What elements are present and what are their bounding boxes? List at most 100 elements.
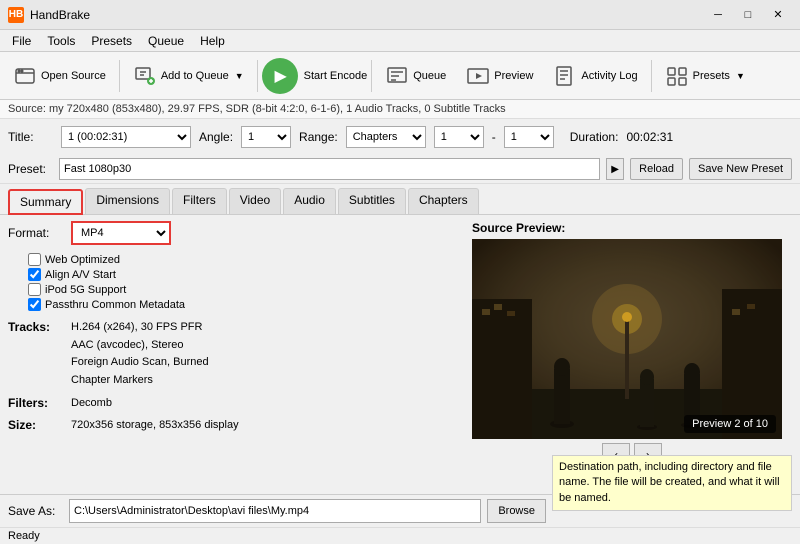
tab-chapters[interactable]: Chapters [408,188,479,214]
align-av-checkbox[interactable] [28,268,41,281]
size-value: 720x356 storage, 853x356 display [71,417,239,435]
presets-icon [665,64,689,88]
save-as-input[interactable] [69,499,481,523]
save-new-preset-button[interactable]: Save New Preset [689,158,792,180]
tracks-section: Tracks: H.264 (x264), 30 FPS PFR AAC (av… [8,319,464,389]
title-bar-left: HB HandBrake [8,7,90,23]
tab-video[interactable]: Video [229,188,281,214]
right-panel: Source Preview: [472,221,792,467]
reload-button[interactable]: Reload [630,158,683,180]
filters-section: Filters: Decomb [8,395,464,413]
track-2: AAC (avcodec), Stereo [71,337,209,355]
toolbar: Open Source Add to Queue ▼ ▶ Start Encod… [0,52,800,100]
filters-label: Filters: [8,395,63,413]
chapter-from-select[interactable]: 1 [434,126,484,148]
angle-select[interactable]: 1 [241,126,291,148]
checkbox-passthru: Passthru Common Metadata [28,298,464,311]
checkbox-web-optimized: Web Optimized [28,253,464,266]
tab-filters[interactable]: Filters [172,188,227,214]
format-row: Format: MP4 MKV WebM [8,221,464,245]
passthru-label: Passthru Common Metadata [45,299,185,311]
source-info: Source: my 720x480 (853x480), 29.97 FPS,… [0,100,800,119]
window-controls: ─ □ ✕ [704,4,792,26]
close-button[interactable]: ✕ [764,4,792,26]
title-select[interactable]: 1 (00:02:31) [61,126,191,148]
presets-button[interactable]: Presets ▼ [656,56,754,96]
activity-log-label: Activity Log [581,70,637,82]
separator-4 [651,60,652,92]
add-queue-icon [133,64,157,88]
add-to-queue-label: Add to Queue [161,70,229,82]
duration-label: Duration: [570,130,619,144]
format-select[interactable]: MP4 MKV WebM [71,221,171,245]
preset-arrow-btn[interactable]: ▶ [606,158,624,180]
chapter-to-select[interactable]: 1 [504,126,554,148]
preview-title: Source Preview: [472,221,792,235]
start-encode-button[interactable]: ▶ [262,58,298,94]
status-text: Ready [8,530,40,542]
web-optimized-checkbox[interactable] [28,253,41,266]
browse-button[interactable]: Browse [487,499,546,523]
queue-button[interactable]: Queue [376,56,455,96]
app-icon: HB [8,7,24,23]
menu-help[interactable]: Help [192,32,233,50]
preview-button[interactable]: Preview [457,56,542,96]
save-as-label: Save As: [8,504,63,518]
checkbox-ipod: iPod 5G Support [28,283,464,296]
maximize-button[interactable]: □ [734,4,762,26]
tab-summary[interactable]: Summary [8,189,83,215]
activity-log-button[interactable]: Activity Log [544,56,646,96]
menu-tools[interactable]: Tools [39,32,83,50]
ipod-checkbox[interactable] [28,283,41,296]
status-bar: Ready [0,527,800,544]
preview-icon [466,64,490,88]
minimize-button[interactable]: ─ [704,4,732,26]
play-icon: ▶ [274,66,286,86]
title-label: Title: [8,130,53,144]
start-encode-label: Start Encode [304,70,368,82]
size-section: Size: 720x356 storage, 853x356 display [8,417,464,435]
add-to-queue-button[interactable]: Add to Queue ▼ [124,56,253,96]
tracks-content: H.264 (x264), 30 FPS PFR AAC (avcodec), … [71,319,209,389]
ipod-label: iPod 5G Support [45,284,126,296]
open-source-label: Open Source [41,70,106,82]
menu-queue[interactable]: Queue [140,32,192,50]
add-queue-dropdown-arrow[interactable]: ▼ [235,71,244,81]
presets-dropdown-arrow[interactable]: ▼ [736,71,745,81]
tab-dimensions[interactable]: Dimensions [85,188,170,214]
preset-input[interactable] [59,158,600,180]
open-source-button[interactable]: Open Source [4,56,115,96]
range-select[interactable]: Chapters [346,126,426,148]
preview-badge: Preview 2 of 10 [684,415,776,433]
preview-label: Preview [494,70,533,82]
track-4: Chapter Markers [71,372,209,390]
separator-2 [257,60,258,92]
size-label: Size: [8,417,63,435]
tab-bar: Summary Dimensions Filters Video Audio S… [0,184,800,215]
passthru-checkbox[interactable] [28,298,41,311]
title-bar: HB HandBrake ─ □ ✕ [0,0,800,30]
tab-audio[interactable]: Audio [283,188,336,214]
preview-container: Preview 2 of 10 [472,239,782,439]
angle-label: Angle: [199,130,233,144]
chapter-range-separator: - [492,130,496,144]
format-checkboxes: Web Optimized Align A/V Start iPod 5G Su… [28,253,464,311]
menu-presets[interactable]: Presets [83,32,140,50]
queue-label: Queue [413,70,446,82]
tab-subtitles[interactable]: Subtitles [338,188,406,214]
presets-label: Presets [693,70,730,82]
align-av-label: Align A/V Start [45,269,116,281]
filters-value: Decomb [71,395,112,413]
left-panel: Format: MP4 MKV WebM Web Optimized Align… [8,221,464,467]
menu-file[interactable]: File [4,32,39,50]
queue-icon [385,64,409,88]
tooltip-box: Destination path, including directory an… [552,455,792,511]
app-title: HandBrake [30,8,90,22]
title-settings: Title: 1 (00:02:31) Angle: 1 Range: Chap… [0,119,800,155]
checkbox-align-av: Align A/V Start [28,268,464,281]
preset-label: Preset: [8,162,53,176]
preset-bar: Preset: ▶ Reload Save New Preset [0,155,800,184]
menu-bar: File Tools Presets Queue Help [0,30,800,52]
track-1: H.264 (x264), 30 FPS PFR [71,319,209,337]
track-3: Foreign Audio Scan, Burned [71,354,209,372]
